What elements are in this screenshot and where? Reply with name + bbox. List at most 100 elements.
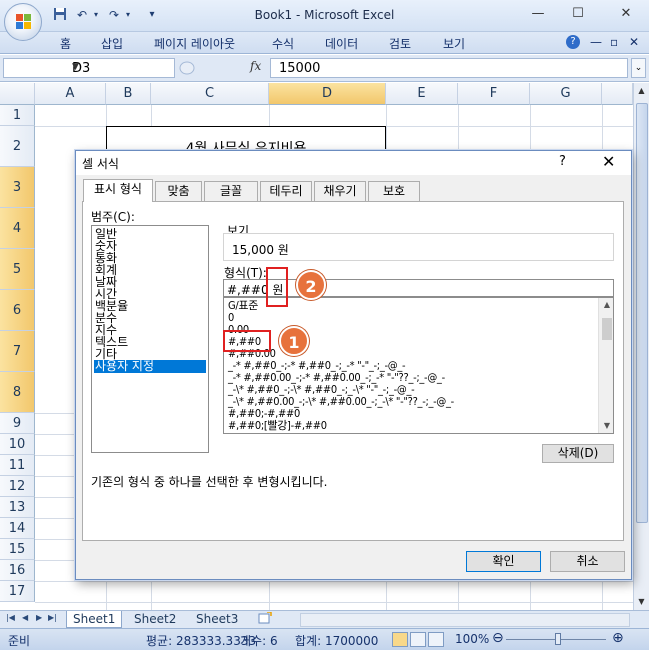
row-header-10[interactable]: 10 [0, 434, 35, 455]
help-icon[interactable]: ? [566, 35, 580, 49]
sheet-tab-sheet1[interactable]: Sheet1 [66, 611, 123, 628]
tab-insert[interactable]: 삽입 [101, 35, 123, 52]
zoom-slider-handle[interactable] [555, 633, 561, 645]
prev-sheet-icon[interactable]: ◀ [22, 613, 28, 622]
tab-border[interactable]: 테두리 [260, 181, 312, 201]
row-header-17[interactable]: 17 [0, 581, 35, 602]
ribbon-close-icon[interactable]: ✕ [629, 35, 639, 49]
tab-page-layout[interactable]: 페이지 레이아웃 [154, 35, 235, 52]
normal-view-icon[interactable] [392, 632, 408, 647]
insert-sheet-icon[interactable] [252, 611, 278, 628]
next-sheet-icon[interactable]: ▶ [36, 613, 42, 622]
dialog-title-bar: 셀 서식 ? ✕ [76, 151, 631, 175]
dialog-close-button[interactable]: ✕ [602, 152, 615, 171]
maximize-button[interactable]: ☐ [564, 4, 592, 24]
format-cells-dialog: 셀 서식 ? ✕ 표시 형식 맞춤 글꼴 테두리 채우기 보호 범주(C): 일… [75, 150, 632, 580]
column-header-c[interactable]: C [151, 83, 269, 105]
column-header-d[interactable]: D [269, 83, 386, 105]
format-code-item[interactable]: #,##0;[빨강]-#,##0 [228, 420, 598, 431]
name-box[interactable]: D3 ▼ [3, 58, 175, 78]
page-break-view-icon[interactable] [428, 632, 444, 647]
format-code-list[interactable]: G/표준 0 0.00 #,##0 #,##0.00 _-* #,##0_-;-… [223, 297, 614, 434]
cancel-button[interactable]: 취소 [550, 551, 625, 572]
sheet-tab-sheet2[interactable]: Sheet2 [128, 611, 182, 628]
row-header-3[interactable]: 3 [0, 167, 35, 208]
column-header-h[interactable] [602, 83, 633, 105]
format-code-item[interactable]: _-* #,##0_-;-* #,##0_-;_-* "-"_-;_-@_- [228, 360, 598, 371]
zoom-level[interactable]: 100% [455, 632, 489, 646]
scroll-down-icon[interactable]: ▼ [634, 594, 649, 610]
ribbon-restore-icon[interactable]: ▫ [610, 35, 618, 49]
tab-protection[interactable]: 보호 [368, 181, 420, 201]
tab-view[interactable]: 보기 [443, 35, 465, 52]
dialog-help-button[interactable]: ? [559, 154, 566, 169]
row-header-7[interactable]: 7 [0, 331, 35, 372]
vertical-scrollbar[interactable]: ▲ ▼ [633, 83, 649, 610]
office-button[interactable] [4, 3, 42, 41]
ok-button[interactable]: 확인 [466, 551, 541, 572]
row-header-9[interactable]: 9 [0, 413, 35, 434]
splitter-handle-icon[interactable] [178, 60, 196, 76]
tab-home[interactable]: 홈 [60, 35, 71, 52]
row-header-5[interactable]: 5 [0, 249, 35, 290]
row-header-1[interactable]: 1 [0, 105, 35, 126]
tab-alignment[interactable]: 맞춤 [155, 181, 202, 201]
format-code-item[interactable]: #,##0;-#,##0 [228, 408, 598, 419]
title-bar: ↶ ▾ ↷ ▾ ▾ Book1 - Microsoft Excel — ☐ ✕ [0, 0, 649, 41]
column-header-e[interactable]: E [386, 83, 458, 105]
column-header-g[interactable]: G [530, 83, 602, 105]
scroll-thumb[interactable] [602, 318, 612, 340]
row-header-4[interactable]: 4 [0, 208, 35, 249]
step-badge-2: 2 [296, 270, 326, 300]
minimize-button[interactable]: — [524, 4, 552, 24]
row-header-14[interactable]: 14 [0, 518, 35, 539]
category-list[interactable]: 일반 숫자 통화 회계 날짜 시간 백분율 분수 지수 텍스트 기타 사용자 지… [91, 225, 209, 453]
row-header-16[interactable]: 16 [0, 560, 35, 581]
formula-bar: D3 ▼ fx 15000 ⌄ [0, 55, 649, 82]
tab-review[interactable]: 검토 [389, 35, 411, 52]
tab-font[interactable]: 글꼴 [204, 181, 258, 201]
row-header-6[interactable]: 6 [0, 290, 35, 331]
format-code-item[interactable]: _-* #,##0.00_-;-* #,##0.00_-;_-* "-"??_-… [228, 372, 598, 383]
format-list-scrollbar[interactable]: ▲ ▼ [598, 298, 613, 433]
row-header-11[interactable]: 11 [0, 455, 35, 476]
first-sheet-icon[interactable]: |◀ [6, 613, 15, 622]
page-layout-view-icon[interactable] [410, 632, 426, 647]
horizontal-scrollbar[interactable] [300, 613, 630, 627]
last-sheet-icon[interactable]: ▶| [48, 613, 57, 622]
delete-button[interactable]: 삭제(D) [542, 444, 614, 463]
zoom-in-icon[interactable]: ⊕ [612, 630, 624, 646]
column-header-f[interactable]: F [458, 83, 530, 105]
format-description: 기존의 형식 중 하나를 선택한 후 변형시킵니다. [91, 475, 328, 489]
ribbon-minimize-icon[interactable]: — [590, 35, 602, 49]
zoom-out-icon[interactable]: ⊖ [492, 630, 504, 646]
tab-data[interactable]: 데이터 [325, 35, 358, 52]
select-all-corner[interactable] [0, 83, 35, 105]
row-header-15[interactable]: 15 [0, 539, 35, 560]
format-code-item[interactable]: _-\* #,##0_-;-\* #,##0_-;_-\* "-"_-;_-@_… [228, 384, 598, 395]
row-header-8[interactable]: 8 [0, 372, 35, 413]
format-code-item[interactable]: 0 [228, 312, 598, 323]
close-button[interactable]: ✕ [612, 4, 640, 24]
expand-formula-bar-button[interactable]: ⌄ [631, 58, 646, 78]
format-code-item[interactable]: _-\* #,##0.00_-;-\* #,##0.00_-;_-\* "-"?… [228, 396, 598, 407]
column-header-a[interactable]: A [35, 83, 106, 105]
row-header-12[interactable]: 12 [0, 476, 35, 497]
office-logo-icon [16, 14, 32, 30]
category-custom[interactable]: 사용자 지정 [94, 360, 206, 373]
tab-formulas[interactable]: 수식 [272, 35, 294, 52]
tab-fill[interactable]: 채우기 [314, 181, 366, 201]
row-header-2[interactable]: 2 [0, 126, 35, 167]
sheet-tab-sheet3[interactable]: Sheet3 [190, 611, 244, 628]
scroll-up-icon[interactable]: ▲ [634, 83, 649, 99]
formula-input[interactable]: 15000 [270, 58, 628, 78]
scroll-up-icon[interactable]: ▲ [599, 298, 613, 312]
scroll-thumb[interactable] [636, 103, 648, 523]
tab-number-format[interactable]: 표시 형식 [83, 179, 153, 202]
row-header-13[interactable]: 13 [0, 497, 35, 518]
status-mode: 준비 [8, 634, 31, 648]
scroll-down-icon[interactable]: ▼ [599, 419, 613, 433]
chevron-down-icon[interactable]: ▼ [72, 62, 171, 72]
column-header-b[interactable]: B [106, 83, 151, 105]
insert-function-button[interactable]: fx [250, 59, 261, 73]
